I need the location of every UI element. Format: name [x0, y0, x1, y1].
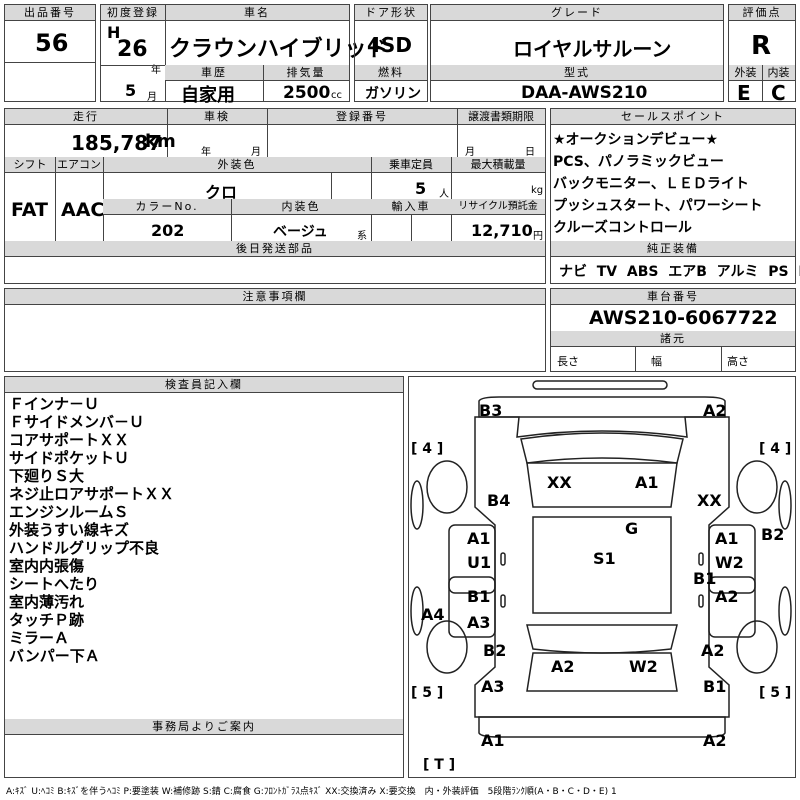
name-label: 車名	[165, 5, 349, 21]
grade: ロイヤルサルーン	[513, 37, 672, 61]
ext-grade: E	[737, 81, 751, 105]
score: R	[751, 31, 772, 61]
capacity: 5	[415, 179, 427, 198]
notes-label: 注意事項欄	[5, 289, 545, 305]
equipment-list: ナビ TV ABS エアB アルミ PS PW	[559, 264, 800, 280]
door: 4SD	[367, 33, 412, 57]
lot-label: 出品番号	[5, 5, 95, 21]
chassis-box: 車台番号 AWS210-6067722 諸元 長さ 幅 高さ	[550, 288, 796, 372]
displacement: 2500	[283, 83, 331, 103]
equipment-label: 純正装備	[551, 241, 795, 257]
tire-lr-label: [ 5 ]	[411, 685, 444, 701]
int-label: 内装	[762, 65, 795, 81]
spare-tire-label: [ T ]	[423, 757, 456, 773]
score-label: 評価点	[729, 5, 795, 21]
shift: FAT	[11, 199, 48, 221]
fuel: ガソリン	[365, 86, 421, 102]
legend: A:ｷｽﾞ U:ﾍｺﾐ B:ｷｽﾞを伴うﾍｺﾐ P:要塗装 W:補修跡 S:錆 …	[6, 787, 617, 797]
lot-box: 出品番号 56	[4, 4, 96, 102]
inspector-box: 検査員記入欄 Ｆインナ－Ｕ Ｆサイドメンバ－Ｕ コアサポートＸＸ サイドポケット…	[4, 376, 404, 778]
score-box: 評価点 R 外装 内装 E C	[728, 4, 796, 105]
inspector-label: 検査員記入欄	[5, 377, 403, 393]
details-box: 走行 車検 登録番号 譲渡書類期限 185,787 km 年 月 月 日 シフト…	[4, 108, 546, 284]
reg-year: 26	[117, 37, 148, 62]
door-label: ドア形状	[355, 5, 427, 21]
grade-label: グレード	[431, 5, 723, 21]
chassis-number: AWS210-6067722	[589, 307, 778, 329]
chassis-label: 車台番号	[551, 289, 795, 305]
car-diagram: [ 4 ] [ 4 ] [ 5 ] [ 5 ] [ T ] B3 A2 XX A…	[408, 376, 796, 778]
selling-label: セールスポイント	[551, 109, 795, 125]
tire-rf-label: [ 4 ]	[759, 441, 792, 457]
inspector-notes: Ｆインナ－Ｕ Ｆサイドメンバ－Ｕ コアサポートＸＸ サイドポケットＵ 下廻りＳ大…	[9, 395, 175, 665]
recycle: 12,710	[471, 221, 533, 240]
history: 自家用	[181, 85, 235, 106]
tire-lf-label: [ 4 ]	[411, 441, 444, 457]
ac: AAC	[61, 199, 105, 221]
lot-number: 56	[35, 29, 69, 57]
grade-box: グレード ロイヤルサルーン 型式 DAA-AWS210	[430, 4, 724, 103]
reg-month: 5	[125, 81, 137, 100]
history-label: 車歴	[165, 65, 263, 81]
spec-label: 諸元	[551, 331, 795, 347]
notes-box: 注意事項欄	[4, 288, 546, 372]
fuel-label: 燃料	[355, 65, 427, 81]
office-label: 事務局よりご案内	[5, 719, 403, 735]
model: DAA-AWS210	[521, 83, 648, 103]
selling-box: セールスポイント ★オークションデビュー★ PCS、パノラミックビュー バックモ…	[550, 108, 800, 284]
car-info-box: 初度登録 車名 H 26 年 クラウンハイブリッド 5 月 車歴 排気量 自家用…	[100, 4, 389, 106]
tire-rr-label: [ 5 ]	[759, 685, 792, 701]
disp-label: 排気量	[263, 65, 349, 81]
model-label: 型式	[431, 65, 723, 81]
car-outline	[410, 380, 792, 738]
ext-label: 外装	[729, 65, 762, 81]
door-box: ドア形状 4SD 燃料 ガソリン	[354, 4, 428, 102]
selling-points: ★オークションデビュー★ PCS、パノラミックビュー バックモニター、ＬＥＤライ…	[553, 132, 763, 236]
int-grade: C	[771, 81, 786, 105]
reg-label: 初度登録	[101, 5, 165, 21]
interior-color: ベージュ	[273, 224, 328, 240]
colorno: 202	[151, 221, 185, 240]
later-parts-label: 後日発送部品	[5, 241, 545, 257]
